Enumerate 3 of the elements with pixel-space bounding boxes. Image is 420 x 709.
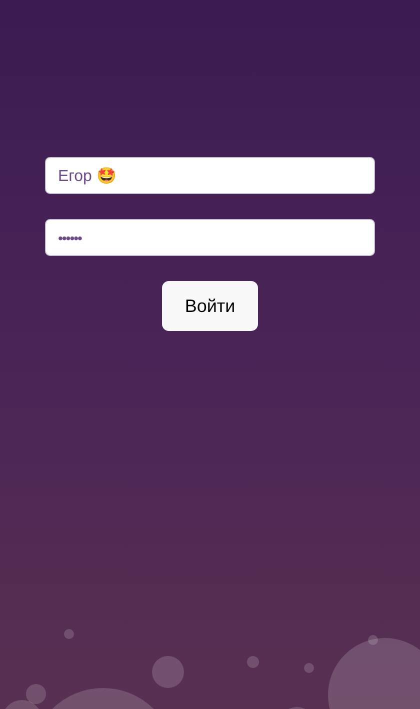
username-field[interactable]: Егор 🤩 bbox=[45, 157, 375, 194]
password-field[interactable]: •••••• bbox=[45, 219, 375, 256]
login-button[interactable]: Войти bbox=[162, 281, 258, 331]
